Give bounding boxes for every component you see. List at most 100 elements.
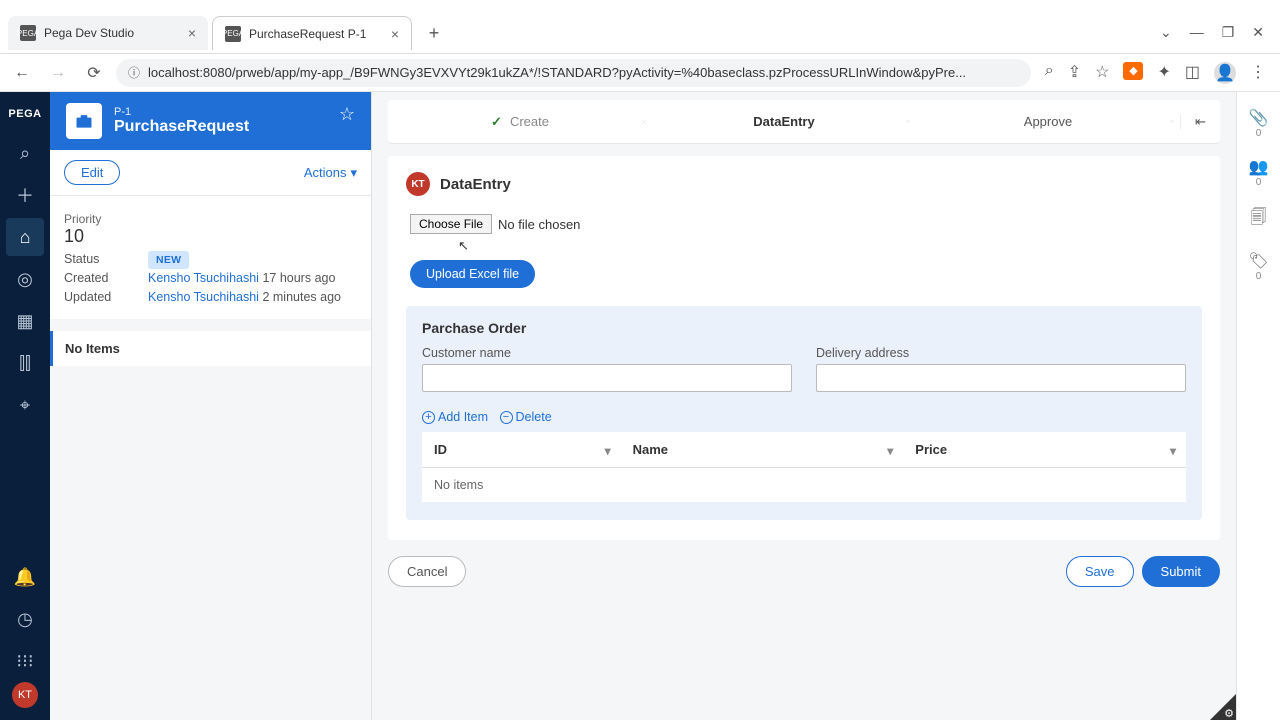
stage-chevron: Create DataEntry Approve ⇤ (388, 100, 1220, 144)
save-button[interactable]: Save (1066, 556, 1134, 587)
chevron-down-icon: ▾ (350, 165, 357, 181)
po-items-table: ID▾ Name▾ Price▾ No items (422, 432, 1186, 502)
new-tab-button[interactable]: + (420, 19, 448, 47)
reload-button[interactable]: ⟳ (80, 59, 108, 87)
url-input[interactable]: ⓘ localhost:8080/prweb/app/my-app_/B9FWN… (116, 59, 1031, 87)
profile-avatar[interactable]: 👤 (1214, 62, 1236, 84)
form-action-bar: Cancel Save Submit (388, 556, 1220, 587)
tab-favicon: PEGA (225, 26, 241, 42)
upload-excel-button[interactable]: Upload Excel file (410, 260, 535, 288)
updated-by-link[interactable]: Kensho Tsuchihashi (148, 290, 259, 304)
stage-collapse-icon[interactable]: ⇤ (1180, 114, 1220, 130)
kebab-menu-icon[interactable]: ⋮ (1250, 62, 1266, 84)
assignment-avatar: KT (406, 172, 430, 196)
attachments-icon[interactable]: 📎0 (1249, 108, 1269, 139)
home-icon[interactable]: ⌂ (6, 218, 44, 256)
created-label: Created (64, 271, 138, 285)
chevron-down-icon[interactable]: ⌄ (1160, 24, 1172, 41)
delivery-address-label: Delivery address (816, 346, 1186, 360)
main-content: Create DataEntry Approve ⇤ KT DataEntry … (372, 92, 1236, 720)
sidebar-tab-no-items[interactable]: No Items (50, 331, 371, 366)
url-text: localhost:8080/prweb/app/my-app_/B9FWNGy… (148, 65, 966, 80)
case-type-icon (66, 103, 102, 139)
priority-value: 10 (64, 226, 357, 247)
table-empty-message: No items (422, 468, 1186, 503)
case-header: P-1 PurchaseRequest ☆ (50, 92, 371, 150)
filter-icon[interactable]: ▾ (887, 444, 893, 458)
search-icon[interactable]: ⌕ (6, 134, 44, 172)
stage-approve[interactable]: Approve (916, 114, 1180, 129)
delivery-address-input[interactable] (816, 364, 1186, 392)
apps-icon[interactable]: ▦ (6, 302, 44, 340)
star-icon[interactable]: ☆ (1095, 62, 1109, 84)
actions-label: Actions (304, 165, 347, 180)
close-icon[interactable]: × (391, 26, 399, 42)
stage-create[interactable]: Create (388, 114, 652, 130)
maximize-icon[interactable]: ❐ (1222, 24, 1235, 41)
brand-logo: PEGA (8, 100, 41, 128)
site-info-icon[interactable]: ⓘ (128, 64, 140, 81)
add-item-link[interactable]: +Add Item (422, 410, 488, 424)
customer-name-label: Customer name (422, 346, 792, 360)
browser-tab-2[interactable]: PEGA PurchaseRequest P-1 × (212, 16, 412, 50)
tab-favicon: PEGA (20, 25, 36, 41)
app-launcher-icon[interactable]: ⁝⁝⁝ (6, 642, 44, 680)
side-panel-icon[interactable]: ◫ (1185, 62, 1200, 84)
stage-dataentry[interactable]: DataEntry (652, 114, 916, 129)
explore-icon[interactable]: ⌖ (6, 386, 44, 424)
plus-icon: + (422, 411, 435, 424)
create-icon[interactable]: ＋ (6, 176, 44, 214)
close-icon[interactable]: × (188, 25, 196, 41)
col-price[interactable]: Price▾ (903, 432, 1186, 468)
settings-corner-icon[interactable] (1210, 694, 1236, 720)
case-id: P-1 (114, 106, 249, 118)
browser-tab-1[interactable]: PEGA Pega Dev Studio × (8, 16, 208, 50)
notifications-icon[interactable]: 🔔 (6, 558, 44, 596)
case-name: PurchaseRequest (114, 118, 249, 136)
customer-name-input[interactable] (422, 364, 792, 392)
submit-button[interactable]: Submit (1142, 556, 1220, 587)
search-icon[interactable]: ⌕ (1045, 62, 1054, 84)
recents-icon[interactable]: ◷ (6, 600, 44, 638)
updated-label: Updated (64, 290, 138, 304)
extensions-icon[interactable]: ✦ (1157, 62, 1170, 84)
purchase-order-section: Parchase Order Customer name Delivery ad… (406, 306, 1202, 520)
share-icon[interactable]: ⇪ (1068, 62, 1081, 84)
filter-icon[interactable]: ▾ (605, 444, 611, 458)
window-controls: ⌄ — ❐ ✕ (1160, 24, 1280, 53)
cancel-button[interactable]: Cancel (388, 556, 466, 587)
cursor-icon: ↖ (458, 238, 469, 253)
filter-icon[interactable]: ▾ (1170, 444, 1176, 458)
priority-label: Priority (64, 212, 357, 226)
col-name[interactable]: Name▾ (621, 432, 904, 468)
close-window-icon[interactable]: ✕ (1252, 24, 1264, 41)
user-avatar[interactable]: KT (12, 682, 38, 708)
tab-title: PurchaseRequest P-1 (249, 27, 383, 41)
left-nav-rail: PEGA ⌕ ＋ ⌂ ◎ ▦ ⫿⫿ ⌖ 🔔 ◷ ⁝⁝⁝ KT (0, 92, 50, 720)
delete-link[interactable]: −Delete (500, 410, 552, 424)
forward-button[interactable]: → (44, 59, 72, 87)
status-badge: NEW (148, 251, 189, 269)
actions-menu[interactable]: Actions ▾ (304, 165, 357, 181)
edit-button[interactable]: Edit (64, 160, 120, 185)
globe-icon[interactable]: ◎ (6, 260, 44, 298)
updated-ago: 2 minutes ago (262, 290, 341, 304)
assignment-card: KT DataEntry Choose File No file chosen … (388, 156, 1220, 540)
extension-icon[interactable]: ◆ (1123, 62, 1143, 80)
address-bar: ← → ⟳ ⓘ localhost:8080/prweb/app/my-app_… (0, 54, 1280, 92)
tags-icon[interactable]: 🏷0 (1248, 251, 1268, 282)
related-icon[interactable]: 🗐 (1251, 206, 1267, 233)
favorite-star-icon[interactable]: ☆ (339, 104, 355, 125)
utility-rail: 📎0 👥0 🗐 🏷0 (1236, 92, 1280, 720)
no-file-label: No file chosen (498, 217, 580, 232)
assignment-title: DataEntry (440, 176, 511, 193)
reports-icon[interactable]: ⫿⫿ (6, 344, 44, 382)
followers-icon[interactable]: 👥0 (1249, 157, 1269, 188)
back-button[interactable]: ← (8, 59, 36, 87)
created-by-link[interactable]: Kensho Tsuchihashi (148, 271, 259, 285)
col-id[interactable]: ID▾ (422, 432, 621, 468)
minimize-icon[interactable]: — (1190, 24, 1204, 41)
browser-tab-strip: PEGA Pega Dev Studio × PEGA PurchaseRequ… (0, 0, 1280, 54)
po-heading: Parchase Order (422, 320, 1186, 336)
choose-file-button[interactable]: Choose File (410, 214, 492, 234)
